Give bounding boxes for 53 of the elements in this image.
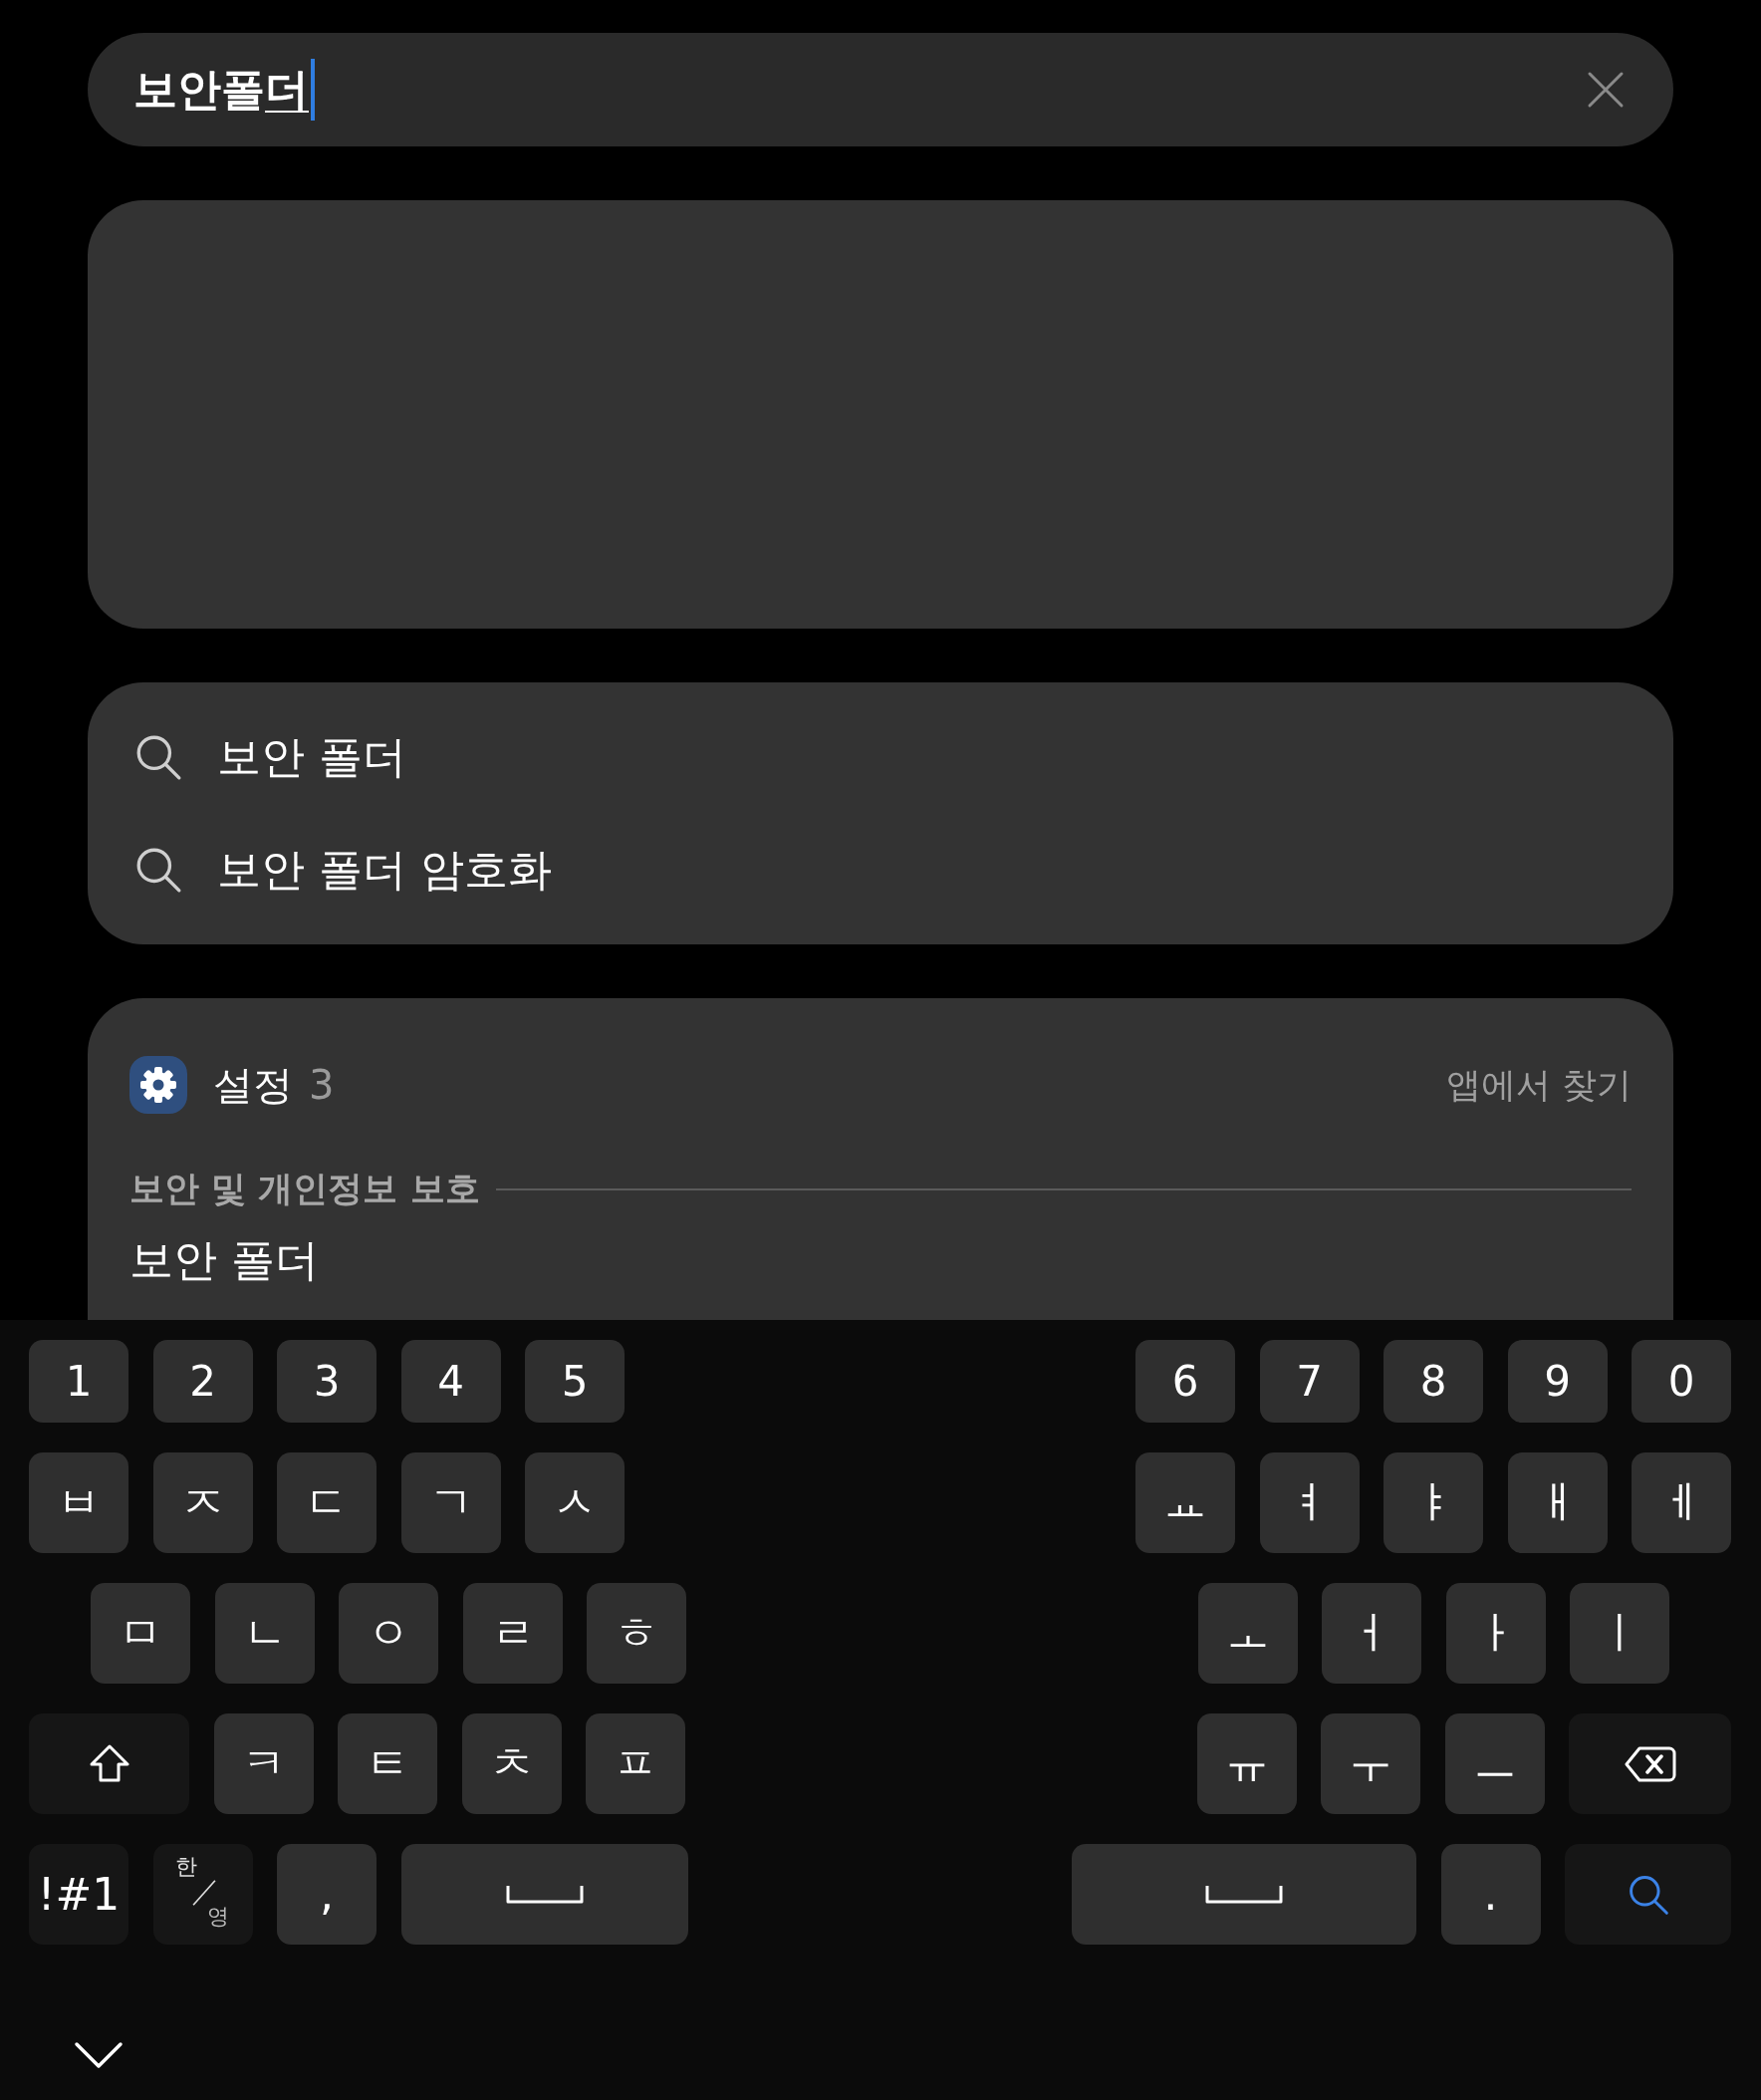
- keyboard-key[interactable]: ㅕ: [1259, 1452, 1360, 1553]
- keyboard-key[interactable]: ,: [277, 1844, 377, 1945]
- keyboard-key[interactable]: 5: [525, 1340, 625, 1423]
- keyboard-key[interactable]: ㅠ: [1196, 1713, 1297, 1814]
- keyboard-key[interactable]: ㅜ: [1321, 1713, 1420, 1814]
- keyboard-key[interactable]: 7: [1259, 1340, 1360, 1423]
- keyboard-key[interactable]: 6: [1135, 1340, 1235, 1423]
- symbols-key[interactable]: !#1: [29, 1844, 128, 1945]
- keyboard-key[interactable]: 8: [1384, 1340, 1483, 1423]
- keyboard-key[interactable]: ㅍ: [586, 1713, 685, 1814]
- keyboard-key[interactable]: ㅋ: [213, 1713, 314, 1814]
- keyboard-key[interactable]: ㄹ: [462, 1583, 563, 1684]
- keyboard-key[interactable]: ㅅ: [525, 1452, 625, 1553]
- keyboard-key[interactable]: ㅑ: [1384, 1452, 1483, 1553]
- keyboard-key[interactable]: 9: [1507, 1340, 1608, 1423]
- result-title[interactable]: 보안 폴더: [129, 1234, 1632, 1287]
- section-heading: 보안 및 개인정보 보호: [129, 1168, 480, 1210]
- keyboard-key[interactable]: 3: [277, 1340, 377, 1423]
- keyboard-key[interactable]: ㅎ: [587, 1583, 686, 1684]
- keyboard-key[interactable]: ㅐ: [1507, 1452, 1608, 1553]
- keyboard-key[interactable]: ㅇ: [339, 1583, 438, 1684]
- result-count: 3: [309, 1062, 335, 1108]
- keyboard-key[interactable]: 1: [29, 1340, 128, 1423]
- keyboard-key[interactable]: 2: [152, 1340, 253, 1423]
- keyboard-key[interactable]: ㄷ: [277, 1452, 377, 1553]
- keyboard-key[interactable]: ㅓ: [1322, 1583, 1421, 1684]
- keyboard-key[interactable]: ㅔ: [1632, 1452, 1731, 1553]
- keyboard-key[interactable]: 0: [1632, 1340, 1731, 1423]
- keyboard-key[interactable]: ㅈ: [152, 1452, 253, 1553]
- keyboard-key[interactable]: ㅗ: [1197, 1583, 1298, 1684]
- keyboard-key[interactable]: ㅁ: [91, 1583, 190, 1684]
- keyboard-key[interactable]: ㄱ: [400, 1452, 501, 1553]
- keyboard-key[interactable]: ㅣ: [1570, 1583, 1669, 1684]
- suggestion-item[interactable]: 보안 폴더 암호화: [217, 840, 552, 900]
- keyboard-key[interactable]: ㅂ: [29, 1452, 128, 1553]
- close-icon[interactable]: [1586, 70, 1626, 110]
- language-key[interactable]: 한 영: [152, 1844, 253, 1945]
- chevron-down-icon[interactable]: [74, 2040, 124, 2070]
- keyboard-key[interactable]: .: [1440, 1844, 1541, 1945]
- keyboard-key[interactable]: ㅏ: [1445, 1583, 1546, 1684]
- keyboard-key[interactable]: ㅌ: [338, 1713, 437, 1814]
- search-field[interactable]: 보안폴더: [88, 33, 1673, 146]
- backspace-key[interactable]: [1569, 1713, 1731, 1814]
- shift-key[interactable]: [29, 1713, 189, 1814]
- keyboard-key[interactable]: ㅊ: [461, 1713, 562, 1814]
- keyboard-key[interactable]: 4: [400, 1340, 501, 1423]
- keyboard-key[interactable]: ㅛ: [1135, 1452, 1235, 1553]
- gear-icon[interactable]: [129, 1056, 187, 1114]
- keyboard-key[interactable]: ㄴ: [214, 1583, 315, 1684]
- keyboard-key[interactable]: ㅡ: [1444, 1713, 1545, 1814]
- suggestion-item[interactable]: 보안 폴더: [217, 727, 406, 787]
- app-name: 설정: [213, 1060, 293, 1110]
- find-in-app-link[interactable]: 앱에서 찾기: [1445, 1061, 1632, 1109]
